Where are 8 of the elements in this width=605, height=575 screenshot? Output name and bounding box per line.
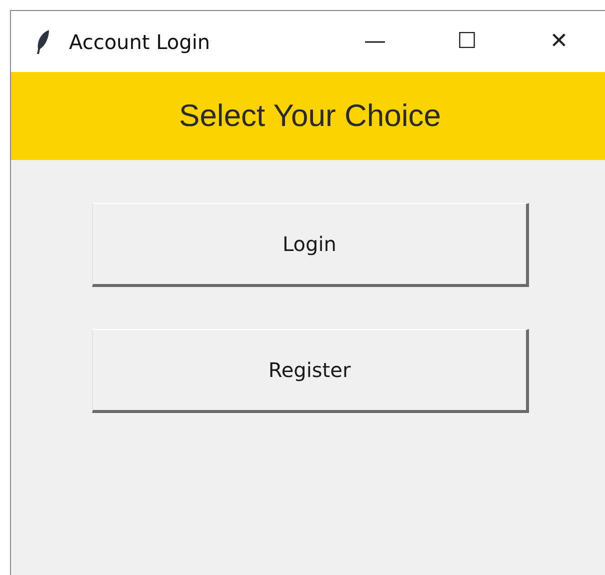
maximize-button[interactable]: ☐	[421, 11, 513, 72]
window-title: Account Login	[69, 30, 210, 54]
minimize-button[interactable]: —	[329, 11, 421, 72]
choice-button[interactable]: Register	[92, 329, 529, 413]
close-button[interactable]: ✕	[513, 11, 605, 72]
feather-icon	[35, 28, 51, 54]
banner-heading: Select Your Choice	[179, 98, 441, 134]
choice-button[interactable]: Login	[92, 203, 529, 287]
